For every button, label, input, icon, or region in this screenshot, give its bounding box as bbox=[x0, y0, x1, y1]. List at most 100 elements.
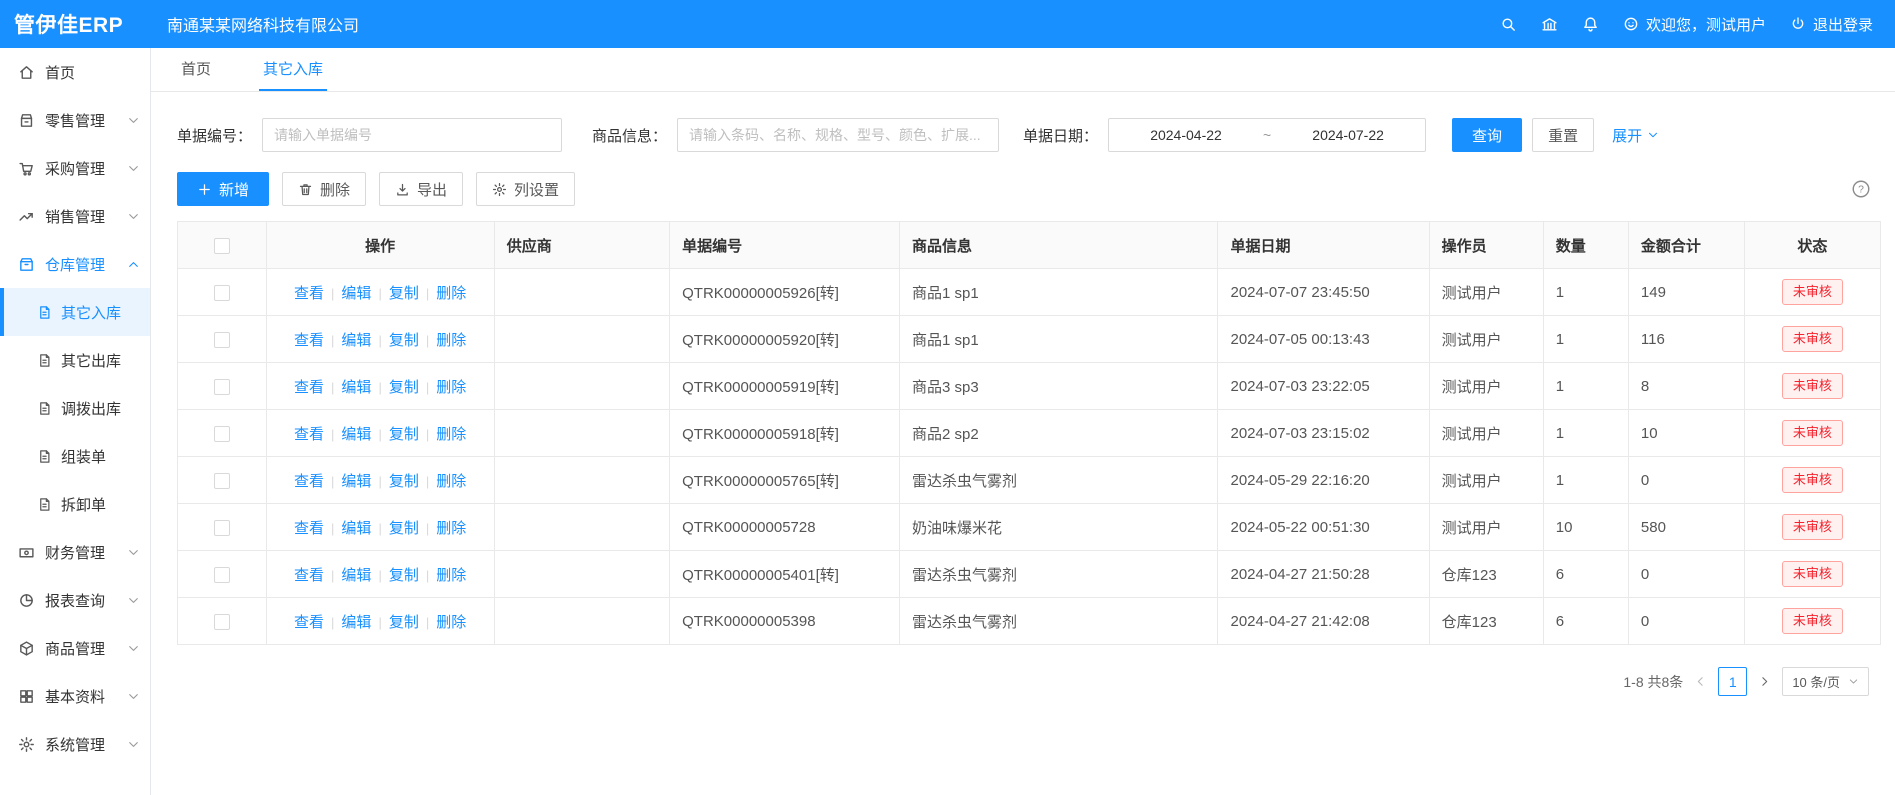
action-view-link[interactable]: 查看 bbox=[294, 426, 324, 443]
action-delete-link[interactable]: 删除 bbox=[436, 426, 466, 443]
sidebar-item-label: 报表查询 bbox=[45, 590, 105, 611]
sidebar-item-system[interactable]: 系统管理 bbox=[0, 720, 150, 768]
reset-button[interactable]: 重置 bbox=[1532, 118, 1594, 152]
add-button[interactable]: 新增 bbox=[177, 172, 269, 206]
bell-icon[interactable] bbox=[1582, 16, 1599, 33]
date-range-picker[interactable]: 2024-04-22 ~ 2024-07-22 bbox=[1108, 118, 1426, 152]
sidebar-item-sales[interactable]: 销售管理 bbox=[0, 192, 150, 240]
bill-no-label: 单据编号： bbox=[177, 125, 252, 146]
cell-bill_no: QTRK00000005398 bbox=[670, 598, 900, 645]
action-copy-link[interactable]: 复制 bbox=[389, 379, 419, 396]
cell-qty: 1 bbox=[1543, 363, 1628, 410]
action-edit-link[interactable]: 编辑 bbox=[341, 567, 371, 584]
action-copy-link[interactable]: 复制 bbox=[389, 567, 419, 584]
cell-actions: 查看|编辑|复制|删除 bbox=[266, 504, 494, 551]
sidebar-subitem-other-inbound[interactable]: 其它入库 bbox=[0, 288, 150, 336]
next-page-icon[interactable] bbox=[1758, 675, 1771, 688]
action-separator: | bbox=[331, 615, 334, 630]
action-delete-link[interactable]: 删除 bbox=[436, 332, 466, 349]
cell-date: 2024-07-07 23:45:50 bbox=[1218, 269, 1429, 316]
sidebar-item-finance[interactable]: 财务管理 bbox=[0, 528, 150, 576]
date-to[interactable]: 2024-07-22 bbox=[1271, 127, 1425, 143]
filter-bar: 单据编号： 商品信息： 单据日期： 2024-04-22 ~ 2024-07-2… bbox=[151, 92, 1895, 152]
action-separator: | bbox=[426, 427, 429, 442]
action-view-link[interactable]: 查看 bbox=[294, 379, 324, 396]
action-copy-link[interactable]: 复制 bbox=[389, 285, 419, 302]
product-input[interactable] bbox=[677, 118, 999, 152]
action-view-link[interactable]: 查看 bbox=[294, 520, 324, 537]
cell-operator: 仓库123 bbox=[1429, 551, 1543, 598]
goods-icon bbox=[18, 640, 35, 657]
sidebar-subitem-disassembly[interactable]: 拆卸单 bbox=[0, 480, 150, 528]
cell-bill_no: QTRK00000005728 bbox=[670, 504, 900, 551]
logout-button[interactable]: 退出登录 bbox=[1790, 14, 1873, 35]
sidebar-item-basic[interactable]: 基本资料 bbox=[0, 672, 150, 720]
action-edit-link[interactable]: 编辑 bbox=[341, 473, 371, 490]
action-delete-link[interactable]: 删除 bbox=[436, 473, 466, 490]
sidebar-item-label: 系统管理 bbox=[45, 734, 105, 755]
action-delete-link[interactable]: 删除 bbox=[436, 379, 466, 396]
action-view-link[interactable]: 查看 bbox=[294, 567, 324, 584]
row-checkbox[interactable] bbox=[214, 379, 230, 395]
app-logo: 管伊佳ERP bbox=[0, 9, 151, 39]
chevron-up-icon bbox=[127, 258, 140, 271]
action-delete-link[interactable]: 删除 bbox=[436, 614, 466, 631]
date-from[interactable]: 2024-04-22 bbox=[1109, 127, 1263, 143]
action-view-link[interactable]: 查看 bbox=[294, 614, 324, 631]
cell-bill_no: QTRK00000005401[转] bbox=[670, 551, 900, 598]
page-size-select[interactable]: 10 条/页 bbox=[1782, 667, 1869, 696]
sidebar-subitem-other-outbound[interactable]: 其它出库 bbox=[0, 336, 150, 384]
action-view-link[interactable]: 查看 bbox=[294, 285, 324, 302]
help-icon[interactable]: ? bbox=[1851, 179, 1871, 199]
sidebar-subitem-transfer-outbound[interactable]: 调拨出库 bbox=[0, 384, 150, 432]
export-button[interactable]: 导出 bbox=[379, 172, 463, 206]
search-button[interactable]: 查询 bbox=[1452, 118, 1522, 152]
action-edit-link[interactable]: 编辑 bbox=[341, 614, 371, 631]
tab-other-inbound[interactable]: 其它入库 bbox=[259, 48, 327, 91]
sidebar-item-warehouse[interactable]: 仓库管理 bbox=[0, 240, 150, 288]
sidebar-item-home[interactable]: 首页 bbox=[0, 48, 150, 96]
select-all-checkbox[interactable] bbox=[214, 238, 230, 254]
sidebar-subitem-assembly[interactable]: 组装单 bbox=[0, 432, 150, 480]
sidebar-item-goods[interactable]: 商品管理 bbox=[0, 624, 150, 672]
action-view-link[interactable]: 查看 bbox=[294, 332, 324, 349]
action-edit-link[interactable]: 编辑 bbox=[341, 520, 371, 537]
bill-no-input[interactable] bbox=[262, 118, 562, 152]
page-number-button[interactable]: 1 bbox=[1718, 667, 1747, 696]
action-copy-link[interactable]: 复制 bbox=[389, 614, 419, 631]
action-edit-link[interactable]: 编辑 bbox=[341, 285, 371, 302]
action-delete-link[interactable]: 删除 bbox=[436, 567, 466, 584]
status-badge: 未审核 bbox=[1782, 561, 1843, 587]
row-checkbox[interactable] bbox=[214, 473, 230, 489]
sidebar-item-report[interactable]: 报表查询 bbox=[0, 576, 150, 624]
action-view-link[interactable]: 查看 bbox=[294, 473, 324, 490]
delete-button[interactable]: 删除 bbox=[282, 172, 366, 206]
row-checkbox[interactable] bbox=[214, 520, 230, 536]
cell-actions: 查看|编辑|复制|删除 bbox=[266, 457, 494, 504]
prev-page-icon[interactable] bbox=[1694, 675, 1707, 688]
row-checkbox[interactable] bbox=[214, 426, 230, 442]
row-checkbox[interactable] bbox=[214, 614, 230, 630]
row-checkbox[interactable] bbox=[214, 285, 230, 301]
action-delete-link[interactable]: 删除 bbox=[436, 520, 466, 537]
action-copy-link[interactable]: 复制 bbox=[389, 426, 419, 443]
row-checkbox[interactable] bbox=[214, 332, 230, 348]
action-copy-link[interactable]: 复制 bbox=[389, 332, 419, 349]
cell-product: 雷达杀虫气雾剂 bbox=[900, 457, 1218, 504]
column-settings-button[interactable]: 列设置 bbox=[476, 172, 575, 206]
cell-status: 未审核 bbox=[1744, 504, 1880, 551]
row-checkbox[interactable] bbox=[214, 567, 230, 583]
action-delete-link[interactable]: 删除 bbox=[436, 285, 466, 302]
search-icon[interactable] bbox=[1500, 16, 1517, 33]
bank-icon[interactable] bbox=[1541, 16, 1558, 33]
action-copy-link[interactable]: 复制 bbox=[389, 520, 419, 537]
sidebar-item-purchase[interactable]: 采购管理 bbox=[0, 144, 150, 192]
sidebar-item-retail[interactable]: 零售管理 bbox=[0, 96, 150, 144]
tab-home[interactable]: 首页 bbox=[177, 48, 215, 91]
action-copy-link[interactable]: 复制 bbox=[389, 473, 419, 490]
action-edit-link[interactable]: 编辑 bbox=[341, 332, 371, 349]
welcome-user[interactable]: 欢迎您，测试用户 bbox=[1623, 14, 1766, 35]
action-edit-link[interactable]: 编辑 bbox=[341, 379, 371, 396]
action-edit-link[interactable]: 编辑 bbox=[341, 426, 371, 443]
expand-toggle[interactable]: 展开 bbox=[1612, 125, 1659, 146]
